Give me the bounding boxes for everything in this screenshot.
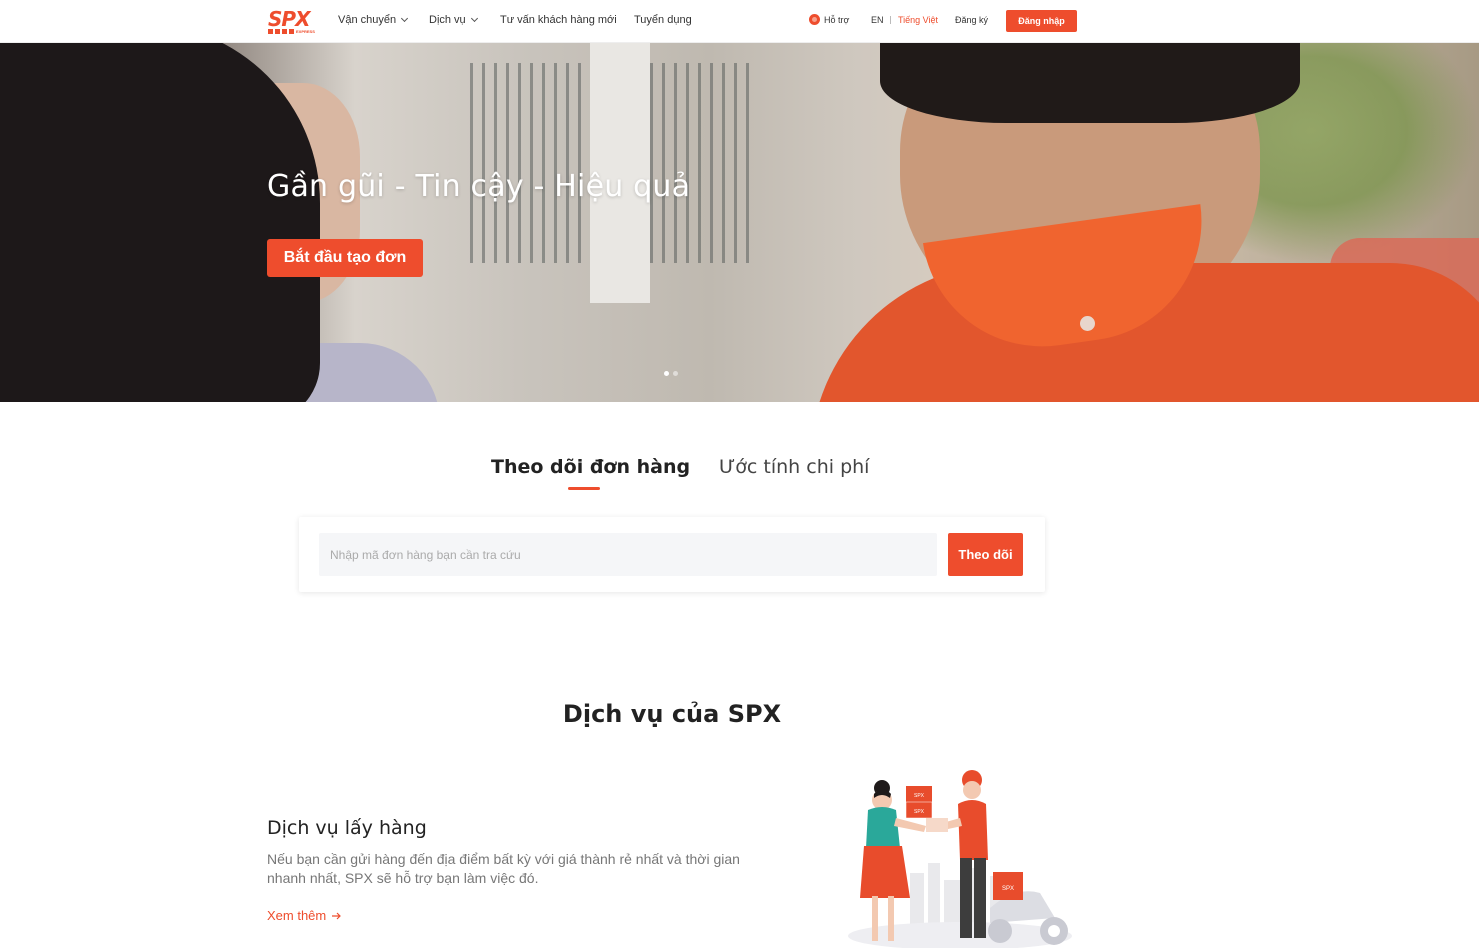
logo-stripes — [268, 29, 294, 34]
carousel-dot-1[interactable] — [664, 371, 669, 376]
carousel-dot-2[interactable] — [673, 371, 678, 376]
scooter-box-label: SPX — [1002, 886, 1014, 892]
hero-banner: Gần gũi - Tin cậy - Hiệu quả Bắt đầu tạo… — [0, 43, 1479, 402]
register-link[interactable]: Đăng ký — [955, 15, 988, 25]
nav-careers[interactable]: Tuyển dụng — [634, 14, 692, 26]
support-label: Hỗ trợ — [824, 14, 850, 25]
lang-divider — [890, 16, 891, 24]
hero-shirt-button — [1080, 316, 1095, 331]
parcel-label-1: SPX — [914, 793, 925, 799]
hero-title: Gần gũi - Tin cậy - Hiệu quả — [267, 169, 691, 204]
lang-vi[interactable]: Tiếng Việt — [898, 15, 938, 25]
nav-services-label: Dịch vụ — [429, 14, 466, 26]
nav-shipping-label: Vận chuyển — [338, 14, 397, 26]
pickup-service-illustration: SPX SPX SPX — [848, 770, 1072, 948]
login-button[interactable]: Đăng nhập — [1006, 10, 1077, 32]
active-tab-indicator — [568, 487, 600, 490]
tab-estimate-cost[interactable]: Ước tính chi phí — [719, 456, 869, 478]
parcel-label-2: SPX — [914, 809, 925, 815]
chevron-down-icon — [401, 14, 409, 23]
nav-new-customer[interactable]: Tư vấn khách hàng mới — [500, 14, 617, 26]
top-header: SPX EXPRESS Vận chuyển Dịch vụ Tư vấn kh… — [0, 0, 1479, 43]
nav-careers-label: Tuyển dụng — [634, 14, 692, 26]
nav-services[interactable]: Dịch vụ — [429, 14, 478, 26]
tracking-card: Theo dõi — [299, 517, 1045, 592]
create-order-button[interactable]: Bắt đầu tạo đơn — [267, 239, 423, 277]
hero-courier-hair — [880, 43, 1300, 123]
support-link[interactable]: Hỗ trợ — [809, 14, 849, 25]
arrow-right-icon — [332, 912, 342, 919]
parcel-stack: SPX SPX — [905, 786, 933, 819]
spx-logo[interactable]: SPX EXPRESS — [268, 8, 320, 34]
services-section-title: Dịch vụ của SPX — [562, 700, 782, 728]
see-more-link[interactable]: Xem thêm — [267, 908, 342, 923]
service-description: Nếu bạn cần gửi hàng đến địa điểm bất kỳ… — [267, 851, 740, 886]
track-button[interactable]: Theo dõi — [948, 533, 1023, 576]
logo-text: SPX — [268, 7, 310, 31]
carousel-dots — [664, 371, 678, 376]
tab-track-order[interactable]: Theo dõi đơn hàng — [491, 456, 690, 478]
support-icon — [809, 14, 820, 25]
logo-subtext: EXPRESS — [296, 29, 315, 34]
nav-new-customer-label: Tư vấn khách hàng mới — [500, 14, 617, 26]
hero-customer-hair — [0, 43, 320, 402]
tracking-input[interactable] — [319, 533, 937, 576]
see-more-label: Xem thêm — [267, 908, 327, 923]
service-title: Dịch vụ lấy hàng — [267, 817, 427, 839]
nav-shipping[interactable]: Vận chuyển — [338, 14, 409, 26]
chevron-down-icon — [470, 14, 478, 23]
lang-en[interactable]: EN — [871, 15, 884, 25]
